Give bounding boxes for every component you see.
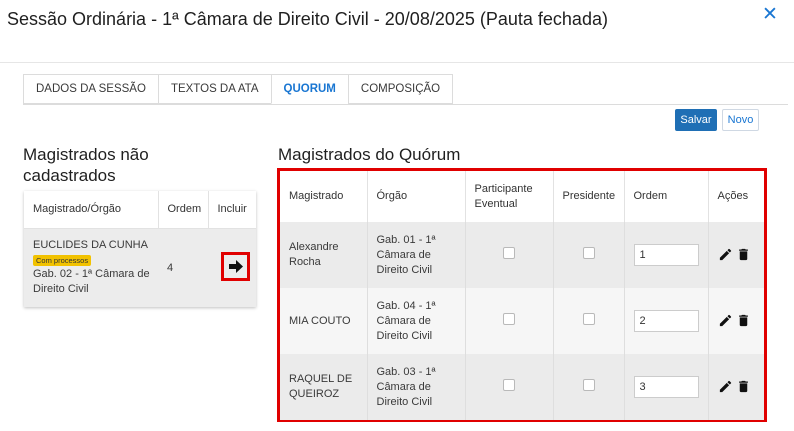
magistrado-cell: Alexandre Rocha (280, 222, 368, 288)
quorum-table-highlight: Magistrado Órgão Participante Eventual P… (277, 168, 767, 422)
trash-icon[interactable] (736, 313, 751, 328)
quorum-table: Magistrado Órgão Participante Eventual P… (280, 171, 764, 420)
column-header: Magistrado (280, 171, 368, 222)
participante-eventual-cell (465, 354, 554, 420)
column-header: Ordem (624, 171, 709, 222)
pencil-icon[interactable] (718, 247, 733, 262)
tab-dados-da-sessao[interactable]: DADOS DA SESSÃO (23, 74, 159, 104)
presidente-checkbox[interactable] (582, 312, 595, 325)
column-header: Órgão (367, 171, 466, 222)
orgao-cell: Gab. 01 - 1ª Câmara de Direito Civil (367, 222, 466, 288)
ordem-cell (624, 354, 709, 420)
arrow-right-icon (229, 259, 243, 273)
presidente-cell (553, 354, 625, 420)
header-divider (0, 62, 794, 63)
ordem-input[interactable] (633, 244, 699, 266)
column-header: Ações (708, 171, 764, 222)
trash-icon[interactable] (736, 379, 751, 394)
table-row: Alexandre Rocha Gab. 01 - 1ª Câmara de D… (280, 222, 764, 288)
ordem-cell: 4 (158, 228, 208, 307)
tabs-divider (23, 104, 788, 105)
ordem-cell (624, 222, 709, 288)
participante-eventual-cell (465, 222, 554, 288)
participante-eventual-checkbox[interactable] (503, 246, 515, 259)
unregistered-magistrates-table: Magistrado/Órgão Ordem Incluir EUCLIDES … (24, 191, 256, 307)
table-row: EUCLIDES DA CUNHA Com processos Gab. 02 … (24, 228, 256, 307)
orgao-text: Gab. 02 - 1ª Câmara de Direito Civil (33, 268, 150, 296)
ordem-cell (624, 288, 709, 354)
presidente-checkbox[interactable] (582, 246, 595, 259)
column-header: Ordem (158, 191, 209, 229)
include-cell (208, 228, 256, 307)
orgao-cell: Gab. 04 - 1ª Câmara de Direito Civil (367, 288, 466, 354)
ordem-input[interactable] (633, 310, 699, 332)
tab-composicao[interactable]: COMPOSIÇÃO (347, 74, 454, 104)
magistrado-cell: MIA COUTO (280, 288, 368, 354)
acoes-cell (708, 222, 764, 288)
dialog-title: Sessão Ordinária - 1ª Câmara de Direito … (7, 9, 608, 29)
presidente-cell (553, 288, 625, 354)
magistrado-cell: EUCLIDES DA CUNHA Com processos Gab. 02 … (24, 228, 158, 307)
status-badge: Com processos (33, 255, 92, 267)
pencil-icon[interactable] (718, 313, 733, 328)
orgao-cell: Gab. 03 - 1ª Câmara de Direito Civil (367, 354, 466, 420)
column-header: Presidente (553, 171, 625, 222)
magistrado-name: EUCLIDES DA CUNHA (33, 239, 148, 252)
tab-bar: DADOS DA SESSÃO TEXTOS DA ATA QUORUM COM… (23, 74, 454, 105)
tab-quorum[interactable]: QUORUM (270, 74, 349, 104)
include-button[interactable] (221, 251, 250, 281)
presidente-checkbox[interactable] (582, 378, 595, 391)
right-panel-title: Magistrados do Quórum (278, 145, 461, 164)
magistrado-cell: RAQUEL DE QUEIROZ (280, 354, 368, 420)
column-header: Incluir (208, 191, 256, 229)
tab-textos-da-ata[interactable]: TEXTOS DA ATA (157, 74, 272, 104)
save-button[interactable]: Salvar (675, 109, 717, 131)
participante-eventual-checkbox[interactable] (503, 312, 515, 325)
column-header: Participante Eventual (465, 171, 554, 222)
participante-eventual-cell (465, 288, 554, 354)
left-panel-title: Magistrados não cadastrados (23, 145, 149, 185)
table-row: RAQUEL DE QUEIROZ Gab. 03 - 1ª Câmara de… (280, 354, 764, 420)
acoes-cell (708, 354, 764, 420)
close-icon[interactable]: ✕ (761, 5, 779, 25)
participante-eventual-checkbox[interactable] (503, 378, 515, 391)
ordem-input[interactable] (633, 376, 699, 398)
presidente-cell (553, 222, 625, 288)
table-row: MIA COUTO Gab. 04 - 1ª Câmara de Direito… (280, 288, 764, 354)
new-button[interactable]: Novo (722, 109, 759, 131)
acoes-cell (708, 288, 764, 354)
trash-icon[interactable] (736, 247, 751, 262)
column-header: Magistrado/Órgão (24, 191, 159, 229)
pencil-icon[interactable] (718, 379, 733, 394)
